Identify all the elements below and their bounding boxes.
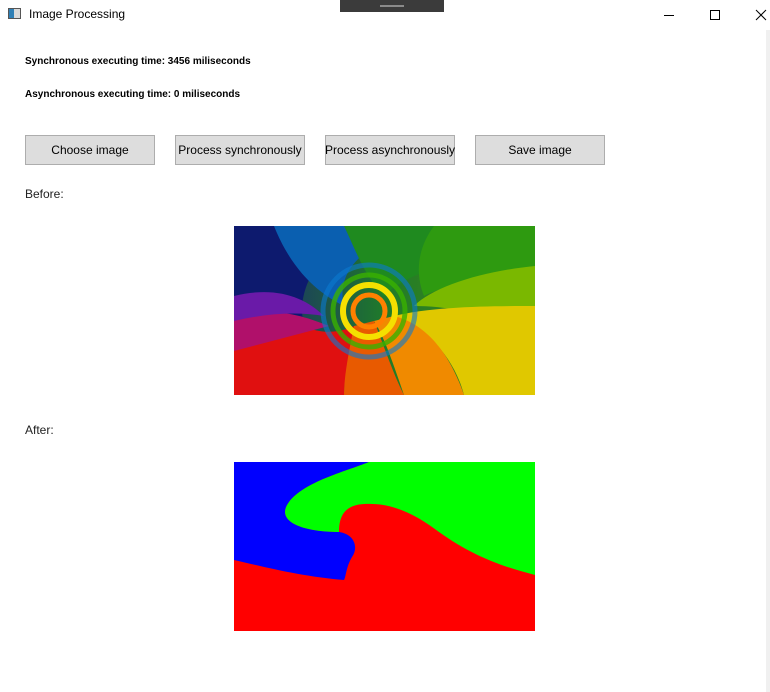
minimize-button[interactable] [646,0,692,30]
before-image [234,226,535,395]
after-image [234,462,535,631]
process-sync-button[interactable]: Process synchronously [175,135,305,165]
minimize-icon [664,15,674,16]
save-image-button[interactable]: Save image [475,135,605,165]
maximize-button[interactable] [692,0,738,30]
app-window: Image Processing Synchronous executing t… [0,0,770,692]
before-label: Before: [25,187,64,201]
window-title: Image Processing [29,7,126,21]
after-label: After: [25,423,54,437]
maximize-icon [710,10,720,20]
drag-grip-handle[interactable] [340,0,444,12]
choose-image-button[interactable]: Choose image [25,135,155,165]
close-icon [755,9,767,21]
async-time-text: Asynchronous executing time: 0 milisecon… [25,89,241,100]
sync-time-text: Synchronous executing time: 3456 milisec… [25,56,251,67]
title-bar[interactable]: Image Processing [0,0,770,30]
close-button[interactable] [738,0,770,30]
window-right-edge [766,30,770,692]
app-window-icon [8,8,21,19]
process-async-button[interactable]: Process asynchronously [325,135,455,165]
